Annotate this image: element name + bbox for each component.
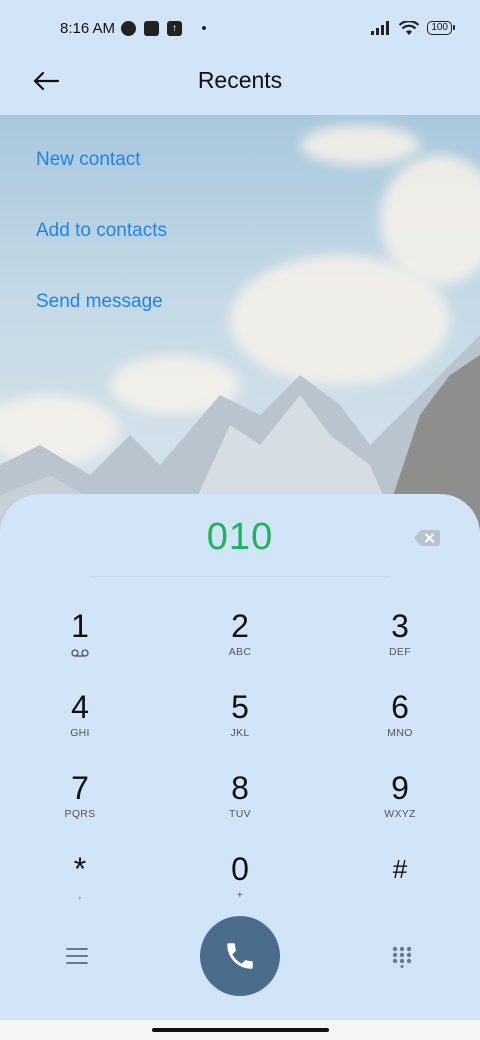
home-gesture-handle[interactable] (152, 1028, 329, 1032)
notification-app-icon (121, 20, 137, 36)
key-9[interactable]: 9 WXYZ (350, 770, 450, 840)
contact-actions-menu: New contact Add to contacts Send message (36, 146, 167, 359)
key-letters: , (78, 889, 82, 901)
new-contact-link[interactable]: New contact (36, 146, 167, 217)
key-digit: 3 (391, 608, 409, 644)
key-digit: 8 (231, 770, 249, 806)
key-digit: 9 (391, 770, 409, 806)
key-digit: 5 (231, 689, 249, 725)
dot-icon (202, 26, 207, 30)
key-letters: ABC (228, 646, 252, 658)
key-6[interactable]: 6 MNO (350, 689, 450, 759)
key-3[interactable]: 3 DEF (350, 608, 450, 678)
status-system-icons: 100 (371, 20, 455, 36)
dialpad-icon[interactable] (392, 946, 412, 968)
key-letters: + (236, 889, 244, 901)
app-header: Recents (0, 56, 480, 115)
key-letters: MNO (387, 727, 413, 739)
call-button[interactable] (200, 916, 280, 996)
key-0[interactable]: 0 + (190, 851, 290, 921)
key-letters: DEF (389, 646, 411, 658)
key-digit: 2 (231, 608, 249, 644)
key-hash[interactable]: # (350, 851, 450, 921)
phone-icon (227, 943, 253, 969)
key-letters: TUV (229, 808, 251, 820)
key-digit: 1 (71, 608, 89, 644)
key-star[interactable]: * , (30, 851, 130, 921)
voicemail-icon (71, 649, 89, 657)
signal-icon (371, 21, 390, 35)
key-1[interactable]: 1 (30, 608, 130, 678)
key-5[interactable]: 5 JKL (190, 689, 290, 759)
key-2[interactable]: 2 ABC (190, 608, 290, 678)
dialer-actions (0, 914, 480, 1004)
status-notifications: ↑ (121, 20, 207, 36)
hamburger-menu-icon[interactable] (66, 948, 88, 966)
page-title: Recents (197, 67, 283, 93)
upload-notification-icon: ↑ (167, 20, 183, 36)
send-message-link[interactable]: Send message (36, 288, 167, 359)
key-letters: WXYZ (384, 808, 416, 820)
battery-icon: 100 (427, 21, 455, 35)
key-letters: JKL (230, 727, 250, 739)
wifi-icon (399, 20, 420, 35)
square-notification-icon (144, 20, 160, 36)
key-letters: GHI (70, 727, 90, 739)
dialer-panel: 010 1 2 ABC 3 DEF 4 GHI 5 JKL 6 MNO 7 PQ… (0, 494, 480, 1040)
key-digit: * (73, 851, 87, 887)
gesture-nav-area (0, 1020, 480, 1040)
status-time: 8:16 AM (60, 19, 116, 37)
key-digit: 0 (231, 851, 249, 887)
key-digit: 7 (71, 770, 89, 806)
add-to-contacts-link[interactable]: Add to contacts (36, 217, 167, 288)
status-bar: 8:16 AM ↑ 100 (0, 0, 480, 56)
key-letters: PQRS (64, 808, 96, 820)
key-digit: 6 (391, 689, 409, 725)
key-7[interactable]: 7 PQRS (30, 770, 130, 840)
key-digit: 4 (71, 689, 89, 725)
key-4[interactable]: 4 GHI (30, 689, 130, 759)
dialed-number-display[interactable]: 010 (0, 516, 480, 559)
backspace-icon[interactable] (414, 530, 440, 546)
key-8[interactable]: 8 TUV (190, 770, 290, 840)
key-digit: # (392, 854, 408, 884)
number-divider (90, 576, 390, 577)
